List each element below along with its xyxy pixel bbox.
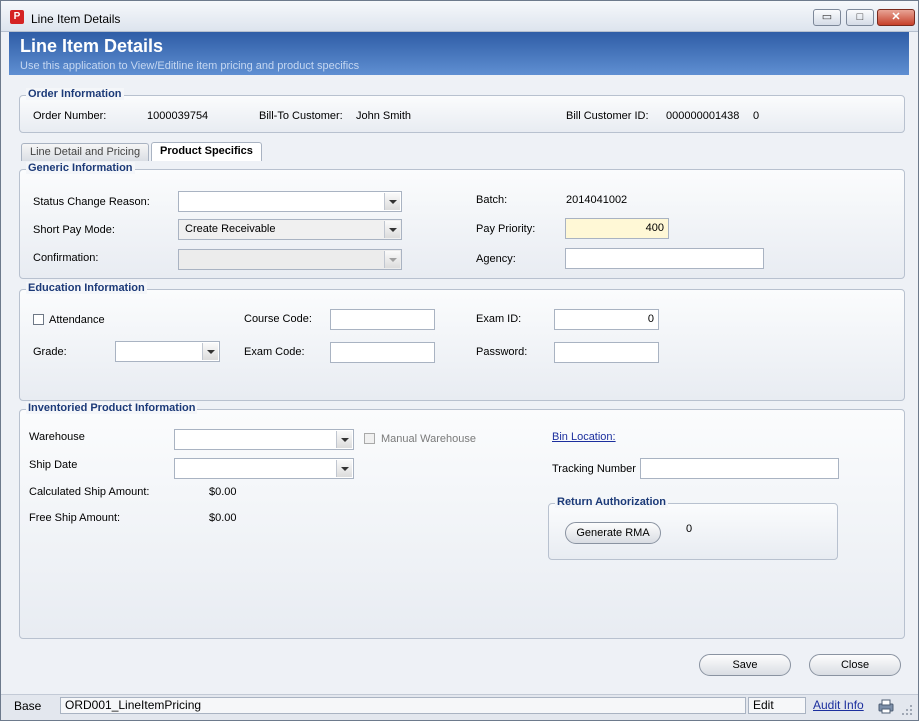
exam-code-input[interactable]: [330, 342, 435, 363]
warehouse-select[interactable]: [174, 429, 354, 450]
chevron-down-icon[interactable]: [384, 193, 400, 210]
order-information-group: Order Information Order Number: 10000397…: [19, 88, 905, 133]
manual-warehouse-checkbox: [364, 433, 375, 444]
app-logo-icon: P: [10, 10, 24, 24]
title-bar: P Line Item Details ▭ □ ✕: [1, 1, 918, 32]
grade-select[interactable]: [115, 341, 220, 362]
status-bar: Base ORD001_LineItemPricing Edit Audit I…: [1, 694, 918, 720]
close-window-button[interactable]: ✕: [877, 9, 915, 26]
course-code-input[interactable]: [330, 309, 435, 330]
education-information-group: Education Information Attendance Grade: …: [19, 282, 905, 401]
tab-line-detail-and-pricing[interactable]: Line Detail and Pricing: [21, 143, 150, 161]
save-button[interactable]: Save: [699, 654, 791, 676]
audit-info-link[interactable]: Audit Info: [813, 698, 864, 712]
attendance-checkbox[interactable]: [33, 314, 44, 325]
confirmation-label: Confirmation:: [33, 252, 99, 264]
pay-priority-input[interactable]: 400: [565, 218, 669, 239]
manual-warehouse-label: Manual Warehouse: [381, 433, 476, 445]
chevron-down-icon[interactable]: [336, 460, 352, 477]
line-item-details-window: P Line Item Details ▭ □ ✕ Line Item Deta…: [0, 0, 919, 721]
maximize-button[interactable]: □: [846, 9, 874, 26]
exam-id-input[interactable]: 0: [554, 309, 659, 330]
return-authorization-title: Return Authorization: [555, 496, 668, 508]
order-number-value: 1000039754: [147, 110, 209, 122]
exam-id-label: Exam ID:: [476, 313, 522, 325]
education-information-title: Education Information: [26, 282, 147, 294]
app-header: Line Item Details Use this application t…: [9, 32, 909, 75]
pay-priority-label: Pay Priority:: [476, 223, 536, 235]
minimize-button[interactable]: ▭: [813, 9, 841, 26]
resize-grip-icon[interactable]: [900, 703, 914, 717]
agency-input[interactable]: [565, 248, 764, 269]
password-input[interactable]: [554, 342, 659, 363]
chevron-down-icon[interactable]: [336, 431, 352, 448]
order-number-label: Order Number:: [33, 110, 107, 122]
page-subtitle: Use this application to View/Editline it…: [20, 60, 360, 72]
agency-label: Agency:: [476, 253, 516, 265]
calculated-ship-amount-value: $0.00: [209, 486, 237, 498]
exam-code-label: Exam Code:: [244, 346, 305, 358]
free-ship-amount-value: $0.00: [209, 512, 237, 524]
status-change-reason-label: Status Change Reason:: [33, 196, 150, 208]
bill-customer-id-suffix: 0: [753, 110, 760, 122]
inventoried-product-title: Inventoried Product Information: [26, 402, 198, 414]
window-title: Line Item Details: [31, 12, 121, 26]
tracking-number-input[interactable]: [640, 458, 839, 479]
generate-rma-button[interactable]: Generate RMA: [565, 522, 661, 544]
confirmation-select: [178, 249, 402, 270]
batch-label: Batch:: [476, 194, 508, 206]
bin-location-link[interactable]: Bin Location:: [552, 431, 616, 443]
status-form-name: ORD001_LineItemPricing: [60, 697, 746, 714]
short-pay-mode-select[interactable]: Create Receivable: [178, 219, 402, 240]
close-button[interactable]: Close: [809, 654, 901, 676]
batch-value: 2014041002: [566, 194, 628, 206]
return-authorization-group: Return Authorization Generate RMA 0: [548, 496, 838, 560]
order-information-title: Order Information: [26, 88, 124, 100]
bill-to-customer-value: John Smith: [356, 110, 412, 122]
attendance-label: Attendance: [49, 314, 105, 326]
grade-label: Grade:: [33, 346, 67, 358]
ship-date-select[interactable]: [174, 458, 354, 479]
bill-customer-id-label: Bill Customer ID:: [566, 110, 649, 122]
tab-product-specifics[interactable]: Product Specifics: [151, 142, 262, 161]
chevron-down-icon[interactable]: [384, 221, 400, 238]
tracking-number-label: Tracking Number: [552, 463, 636, 475]
status-change-reason-select[interactable]: [178, 191, 402, 212]
chevron-down-icon[interactable]: [202, 343, 218, 360]
inventoried-product-group: Inventoried Product Information Warehous…: [19, 402, 905, 639]
ship-date-label: Ship Date: [29, 459, 78, 471]
short-pay-mode-value: Create Receivable: [185, 223, 276, 235]
free-ship-amount-label: Free Ship Amount:: [29, 512, 121, 524]
printer-icon[interactable]: [877, 698, 895, 714]
status-base: Base: [14, 699, 42, 713]
rma-value: 0: [686, 523, 693, 535]
bill-customer-id-value: 000000001438: [666, 110, 740, 122]
warehouse-label: Warehouse: [29, 431, 85, 443]
page-title: Line Item Details: [20, 36, 164, 56]
generic-information-title: Generic Information: [26, 162, 135, 174]
status-mode: Edit: [748, 697, 806, 714]
bill-to-customer-label: Bill-To Customer:: [259, 110, 343, 122]
password-label: Password:: [476, 346, 528, 358]
course-code-label: Course Code:: [244, 313, 312, 325]
generic-information-group: Generic Information Status Change Reason…: [19, 162, 905, 279]
short-pay-mode-label: Short Pay Mode:: [33, 224, 115, 236]
calculated-ship-amount-label: Calculated Ship Amount:: [29, 486, 150, 498]
chevron-down-icon: [384, 251, 400, 268]
